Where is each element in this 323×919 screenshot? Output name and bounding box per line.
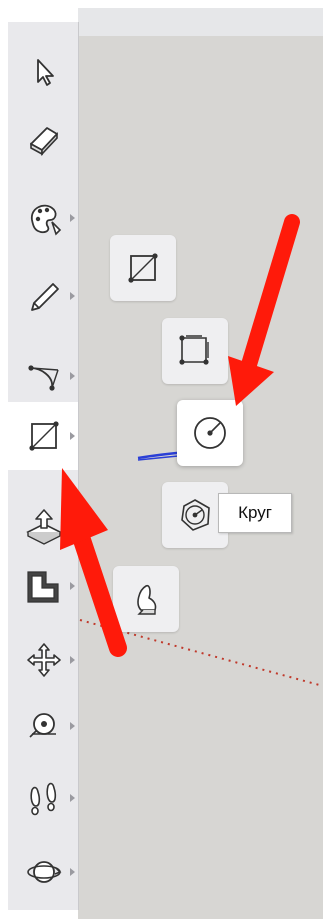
red-arrow-up-icon — [60, 468, 127, 657]
red-arrow-down-icon — [228, 214, 300, 406]
annotation-overlay — [60, 214, 300, 657]
app-window: Круг — [0, 0, 323, 919]
